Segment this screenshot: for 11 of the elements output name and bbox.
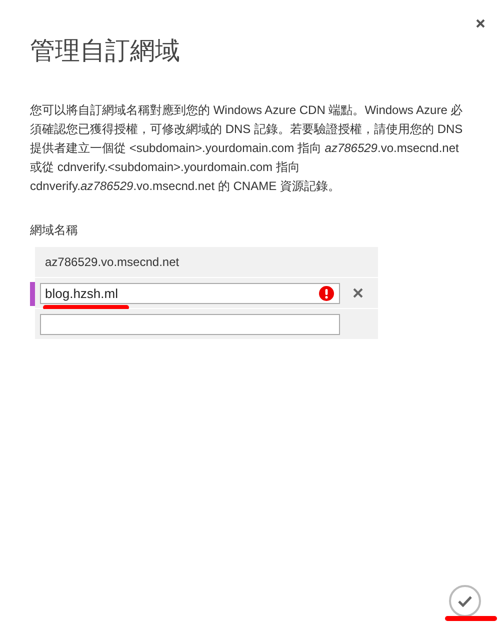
field-label: 網域名稱: [30, 222, 79, 239]
checkmark-icon: [458, 596, 472, 606]
error-icon: [319, 286, 334, 300]
domain-input-field[interactable]: blog.hzsh.ml: [40, 282, 340, 304]
domain-input-field[interactable]: [40, 314, 340, 334]
close-icon: [353, 288, 363, 298]
confirm-button[interactable]: [449, 585, 481, 617]
description-text: 您可以將自訂網域名稱對應到您的 Windows Azure CDN 端點。Windows Azure 必須確認您已獲得授權，可修改網域的 DNS 記錄。若要驗證授權，請使用您的 DNS 提供者建立一個從 <subdomain>.yourdomain.com 指向 az786529.vo.msecnd.net 或從 cdnverify.<subdomain>.yourdomain.com 指向 cdnverify.az786529.vo.msecnd.net 的 CNAME 資源記錄。: [30, 102, 464, 195]
close-icon: [476, 18, 484, 28]
dialog-title: 管理自訂網域: [30, 35, 181, 67]
domain-name: az786529.vo.msecnd.net: [44, 255, 180, 269]
